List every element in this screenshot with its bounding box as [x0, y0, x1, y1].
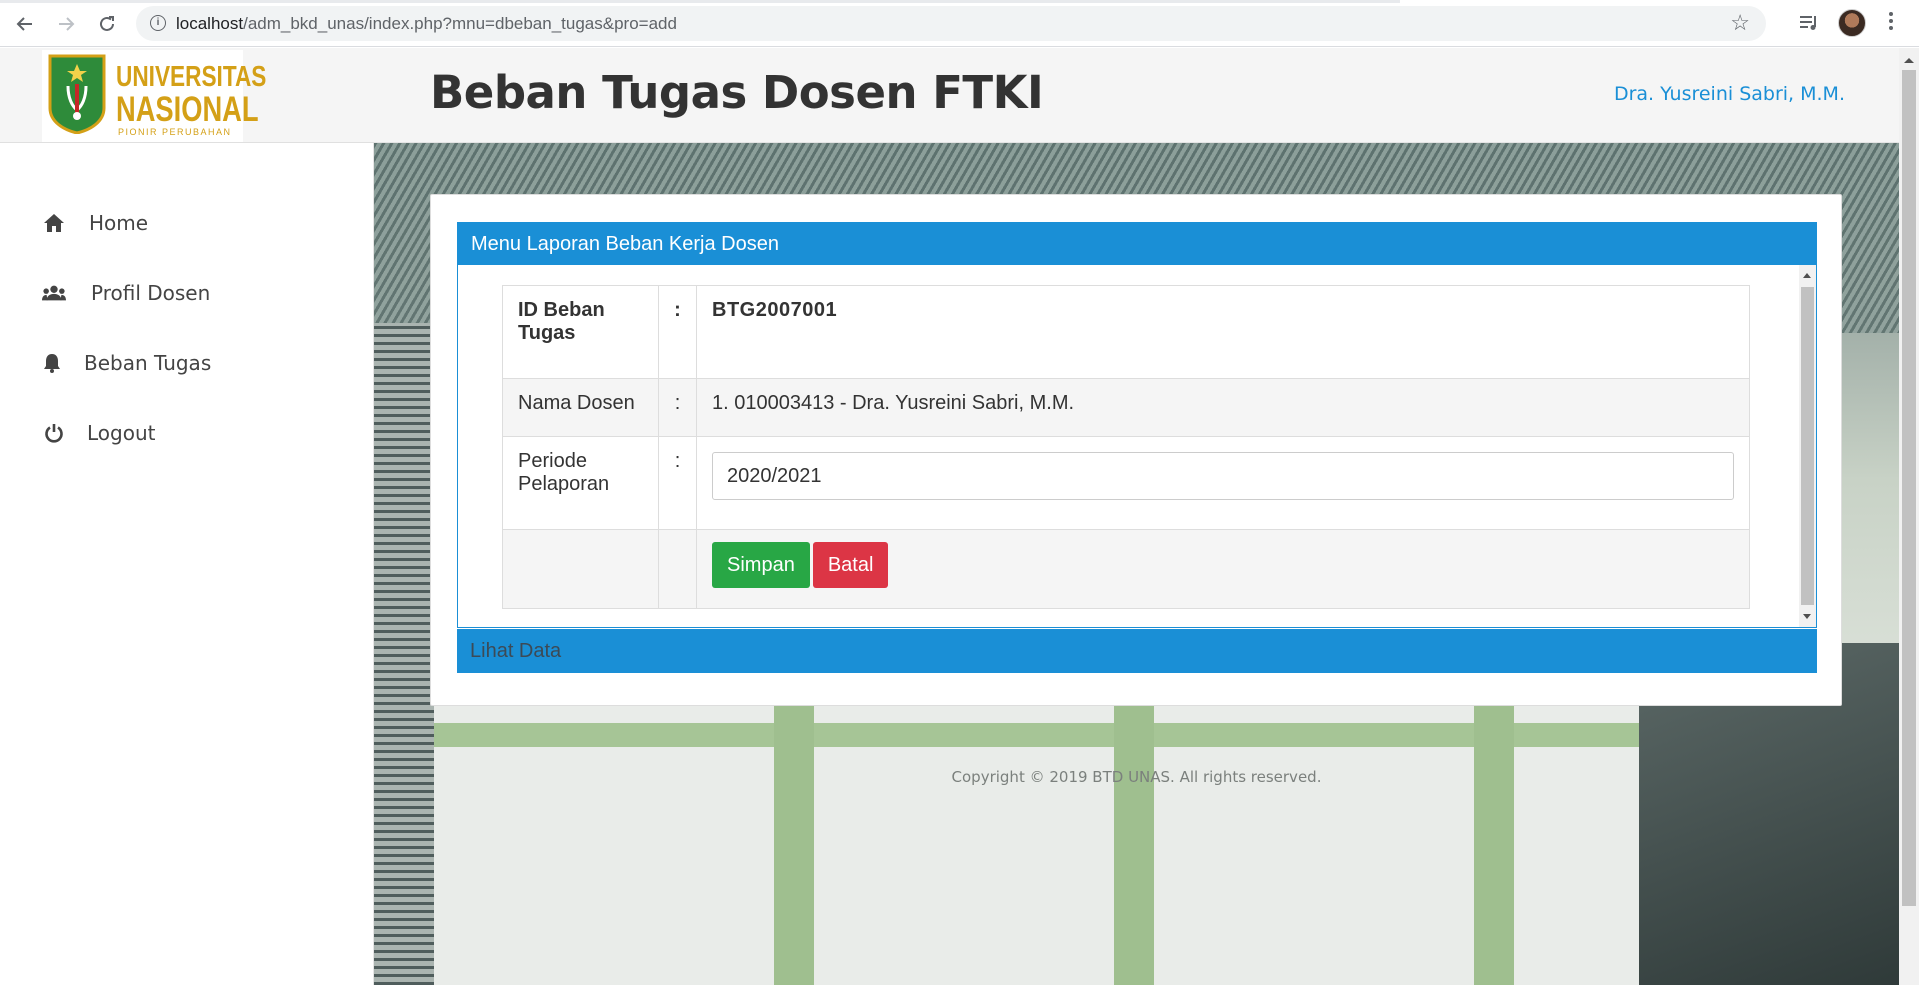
sidebar-item-label: Profil Dosen	[91, 281, 211, 305]
actions-cell: Simpan Batal	[696, 529, 1750, 609]
colon: :	[658, 378, 697, 437]
sidebar-item-label: Home	[89, 211, 149, 235]
nama-value: 1. 010003413 - Dra. Yusreini Sabri, M.M.	[696, 378, 1750, 437]
content-card: Menu Laporan Beban Kerja Dosen ID Beban …	[430, 194, 1842, 706]
scroll-down-arrow-icon[interactable]	[1803, 614, 1811, 619]
reload-icon[interactable]	[94, 11, 120, 37]
id-label: ID Beban Tugas	[502, 285, 659, 379]
home-icon	[42, 211, 66, 235]
media-queue-icon[interactable]	[1798, 12, 1820, 34]
scroll-thumb[interactable]	[1902, 70, 1916, 906]
menu-kebab-icon[interactable]	[1888, 12, 1894, 34]
page: UNIVERSITAS NASIONAL PIONIR PERUBAHAN Ho…	[0, 48, 1899, 985]
table-row: ID Beban Tugas : BTG2007001	[502, 285, 1750, 379]
logo-tagline: PIONIR PERUBAHAN	[118, 127, 232, 137]
profile-avatar[interactable]	[1838, 9, 1866, 37]
user-name-link[interactable]: Dra. Yusreini Sabri, M.M.	[1614, 83, 1845, 105]
bell-icon	[40, 351, 64, 375]
sidebar-item-profil-dosen[interactable]: Profil Dosen	[0, 258, 374, 328]
users-icon	[42, 281, 66, 305]
logo-area: UNIVERSITAS NASIONAL PIONIR PERUBAHAN	[0, 48, 374, 143]
sidebar-menu: Home Profil Dosen Beban Tugas Logout	[0, 188, 374, 468]
page-title: Beban Tugas Dosen FTKI	[430, 66, 1044, 119]
report-menu-panel: Menu Laporan Beban Kerja Dosen ID Beban …	[457, 222, 1817, 628]
empty-cell	[502, 529, 659, 609]
main-content: Beban Tugas Dosen FTKI Dra. Yusreini Sab…	[374, 48, 1899, 985]
background-pillar	[1114, 703, 1154, 985]
power-icon	[42, 421, 66, 445]
browser-toolbar: i localhost/adm_bkd_unas/index.php?mnu=d…	[0, 0, 1919, 47]
cancel-button[interactable]: Batal	[812, 542, 889, 588]
panel-body: ID Beban Tugas : BTG2007001 Nama Dosen :…	[458, 265, 1816, 627]
url-host: localhost	[176, 14, 244, 33]
scroll-thumb[interactable]	[1801, 287, 1814, 605]
page-header: Beban Tugas Dosen FTKI Dra. Yusreini Sab…	[374, 48, 1899, 143]
sidebar: UNIVERSITAS NASIONAL PIONIR PERUBAHAN Ho…	[0, 48, 374, 985]
sidebar-item-label: Beban Tugas	[84, 351, 212, 375]
page-scrollbar[interactable]	[1899, 48, 1919, 985]
background-pillar	[774, 703, 814, 985]
university-logo[interactable]: UNIVERSITAS NASIONAL PIONIR PERUBAHAN	[42, 50, 266, 142]
logo-text-line2: NASIONAL	[116, 90, 259, 129]
tab-strip-edge	[0, 0, 1400, 3]
info-icon[interactable]: i	[150, 15, 166, 31]
view-data-panel[interactable]: Lihat Data	[457, 629, 1817, 673]
periode-input[interactable]	[712, 452, 1734, 500]
colon: :	[658, 285, 697, 379]
footer-copyright: Copyright © 2019 BTD UNAS. All rights re…	[951, 768, 1322, 786]
address-bar[interactable]: i localhost/adm_bkd_unas/index.php?mnu=d…	[136, 6, 1766, 41]
bookmark-star-icon[interactable]: ☆	[1730, 10, 1750, 36]
table-row: Nama Dosen : 1. 010003413 - Dra. Yusrein…	[502, 378, 1750, 437]
table-row: Simpan Batal	[502, 529, 1750, 609]
sidebar-item-beban-tugas[interactable]: Beban Tugas	[0, 328, 374, 398]
back-arrow-icon[interactable]	[12, 11, 38, 37]
url-text[interactable]: localhost/adm_bkd_unas/index.php?mnu=dbe…	[176, 14, 677, 34]
sidebar-item-home[interactable]: Home	[0, 188, 374, 258]
table-row: Periode Pelaporan :	[502, 436, 1750, 530]
periode-label: Periode Pelaporan	[502, 436, 659, 530]
empty-cell	[658, 529, 697, 609]
panel-scrollbar[interactable]	[1799, 265, 1816, 627]
scroll-up-arrow-icon[interactable]	[1803, 273, 1811, 278]
university-emblem-icon	[48, 54, 106, 134]
scroll-up-arrow-icon[interactable]	[1904, 58, 1914, 63]
colon: :	[658, 436, 697, 530]
save-button[interactable]: Simpan	[712, 542, 810, 588]
id-value: BTG2007001	[696, 285, 1750, 379]
nama-label: Nama Dosen	[502, 378, 659, 437]
form-table: ID Beban Tugas : BTG2007001 Nama Dosen :…	[502, 285, 1750, 609]
sidebar-item-logout[interactable]: Logout	[0, 398, 374, 468]
background-pillar	[1474, 703, 1514, 985]
forward-arrow-icon[interactable]	[53, 11, 79, 37]
panel-heading[interactable]: Menu Laporan Beban Kerja Dosen	[458, 223, 1816, 265]
periode-cell	[696, 436, 1750, 530]
sidebar-item-label: Logout	[87, 421, 156, 445]
url-path: /adm_bkd_unas/index.php?mnu=dbeban_tugas…	[243, 14, 677, 33]
